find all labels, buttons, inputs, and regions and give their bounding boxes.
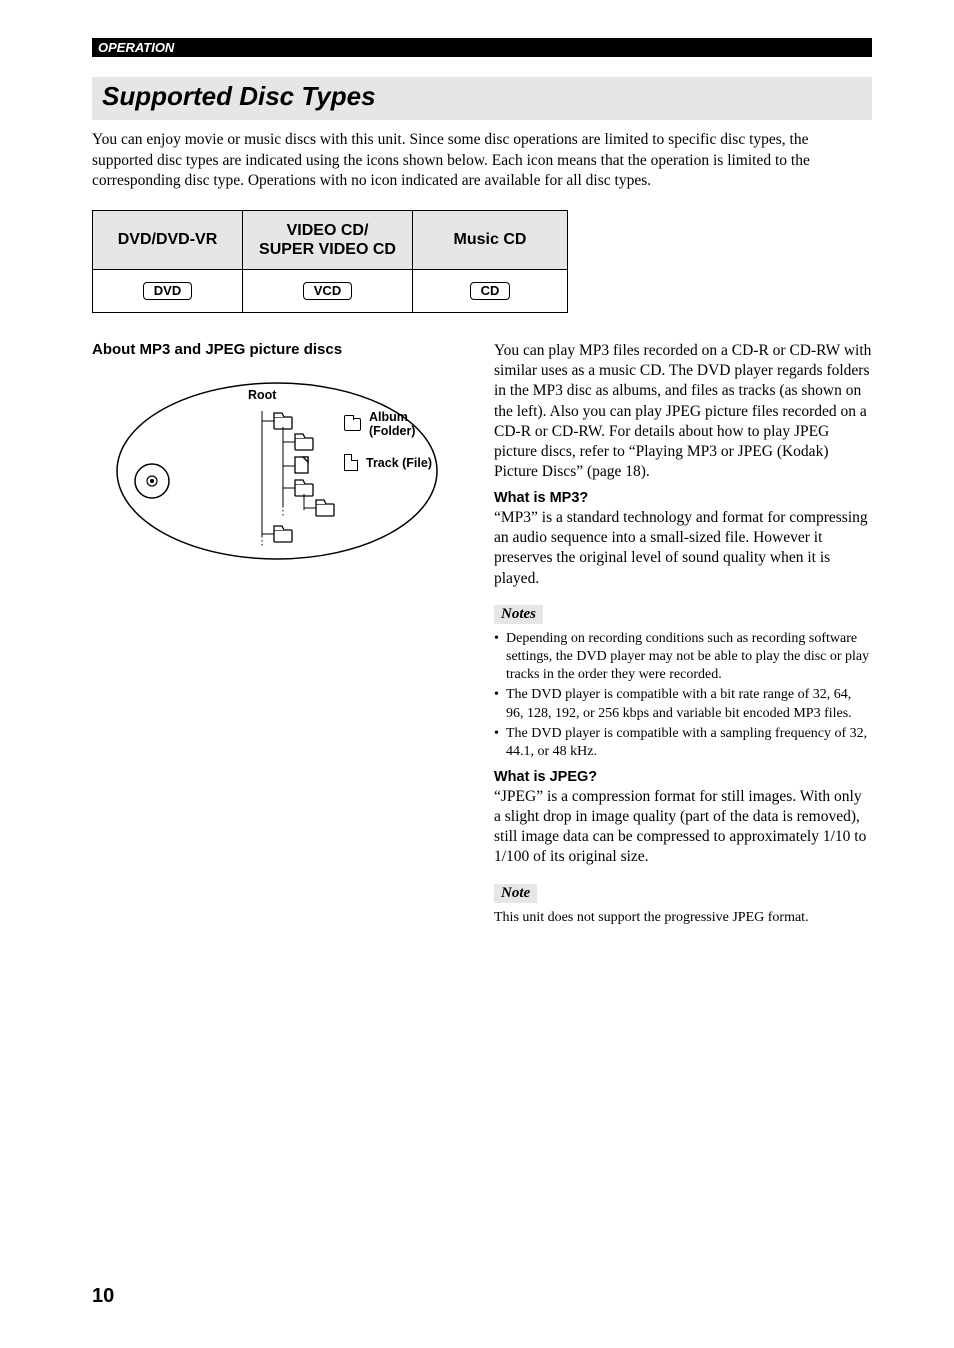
notes-list: Depending on recording conditions such a… bbox=[494, 630, 872, 761]
vcd-chip: VCD bbox=[303, 282, 352, 300]
single-note-body: This unit does not support the progressi… bbox=[494, 909, 872, 927]
page-title: Supported Disc Types bbox=[102, 81, 862, 112]
intro-paragraph: You can enjoy movie or music discs with … bbox=[92, 130, 872, 192]
table-chip-row: DVD VCD CD bbox=[93, 270, 568, 313]
dvd-chip: DVD bbox=[143, 282, 192, 300]
note-item: The DVD player is compatible with a bit … bbox=[494, 686, 872, 722]
td-cd-chip: CD bbox=[413, 270, 568, 313]
disc-type-table: DVD/DVD-VR VIDEO CD/ SUPER VIDEO CD Musi… bbox=[92, 210, 568, 313]
mp3-jpeg-heading: About MP3 and JPEG picture discs bbox=[92, 341, 468, 358]
what-is-jpeg-body: “JPEG” is a compression format for still… bbox=[494, 787, 872, 868]
td-dvd-chip: DVD bbox=[93, 270, 243, 313]
notes-label: Notes bbox=[494, 605, 543, 624]
disc-tree-diagram: Root Album (Folder) Track (File) bbox=[112, 376, 452, 566]
disc-tree-svg bbox=[112, 376, 452, 566]
root-label: Root bbox=[248, 388, 276, 402]
note-label: Note bbox=[494, 884, 537, 903]
right-p1: You can play MP3 files recorded on a CD-… bbox=[494, 341, 872, 482]
folder-icon bbox=[344, 418, 361, 431]
section-label: OPERATION bbox=[92, 38, 872, 57]
th-vcd: VIDEO CD/ SUPER VIDEO CD bbox=[243, 210, 413, 269]
what-is-mp3-body: “MP3” is a standard technology and forma… bbox=[494, 508, 872, 589]
note-item: Depending on recording conditions such a… bbox=[494, 630, 872, 685]
cd-chip: CD bbox=[470, 282, 511, 300]
td-vcd-chip: VCD bbox=[243, 270, 413, 313]
th-dvd: DVD/DVD-VR bbox=[93, 210, 243, 269]
table-header-row: DVD/DVD-VR VIDEO CD/ SUPER VIDEO CD Musi… bbox=[93, 210, 568, 269]
legend-album-label: Album (Folder) bbox=[369, 410, 452, 438]
file-icon bbox=[344, 454, 358, 471]
note-item: The DVD player is compatible with a samp… bbox=[494, 725, 872, 761]
th-cd: Music CD bbox=[413, 210, 568, 269]
legend-track: Track (File) bbox=[344, 454, 432, 471]
what-is-jpeg-head: What is JPEG? bbox=[494, 769, 872, 785]
what-is-mp3-head: What is MP3? bbox=[494, 490, 872, 506]
legend-album: Album (Folder) bbox=[344, 410, 452, 438]
title-band: Supported Disc Types bbox=[92, 77, 872, 120]
page-number: 10 bbox=[92, 1285, 114, 1308]
legend-track-label: Track (File) bbox=[366, 456, 432, 470]
